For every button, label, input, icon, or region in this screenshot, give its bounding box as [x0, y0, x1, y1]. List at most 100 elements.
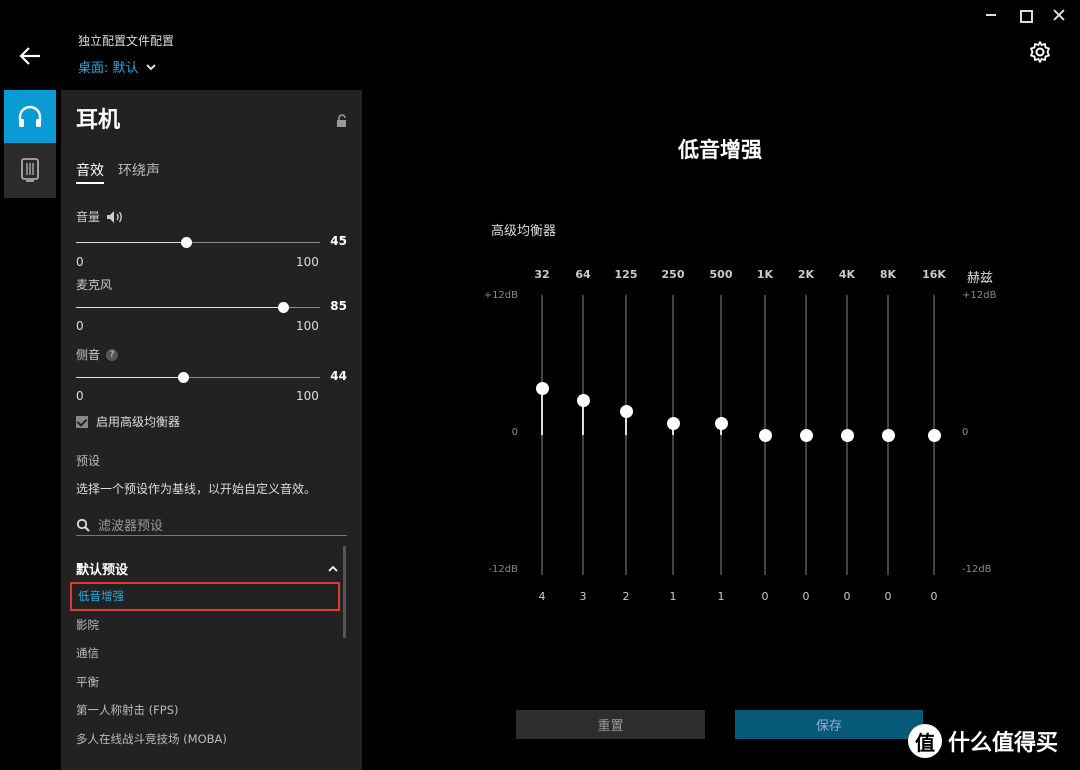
eq-band-knob-250[interactable] [666, 416, 680, 430]
help-icon[interactable]: ? [106, 348, 119, 361]
preset-search[interactable]: 滤波器预设 [76, 514, 347, 536]
sidetone-value: 44 [330, 369, 347, 383]
speaker-icon [107, 210, 122, 223]
eq-band-knob-4K[interactable] [840, 428, 854, 442]
close-icon[interactable] [1052, 8, 1066, 22]
microphone-slider[interactable] [76, 302, 320, 313]
preset-fps[interactable]: 第一人称射击 (FPS) [70, 696, 340, 725]
eq-band-slider-500[interactable] [714, 295, 728, 575]
eq-band-value-32: 4 [538, 590, 546, 603]
preset-communication[interactable]: 通信 [70, 639, 340, 668]
sidetone-min: 0 [76, 389, 84, 403]
eq-band-value-16K: 0 [930, 590, 938, 603]
eq-band-knob-16K[interactable] [927, 428, 941, 442]
profile-title: 独立配置文件配置 [78, 34, 175, 48]
tab-surround[interactable]: 环绕声 [118, 160, 160, 184]
eq-band-freq-1K: 1K [756, 268, 774, 281]
eq-band-slider-250[interactable] [666, 295, 680, 575]
eq-band-slider-32[interactable] [535, 295, 549, 575]
eq-unit-label: 赫兹 [967, 271, 994, 286]
volume-slider-knob[interactable] [180, 237, 192, 248]
preset-cinema[interactable]: 影院 [70, 611, 340, 640]
db-bottom-left: -12dB [488, 564, 518, 575]
tab-sound-effects[interactable]: 音效 [76, 160, 104, 184]
eq-preset-title: 低音增强 [678, 138, 762, 162]
panel-tabs: 音效 环绕声 [76, 160, 160, 184]
microphone-value: 85 [330, 299, 347, 313]
presets-heading: 预设 [76, 454, 101, 468]
advanced-eq-label: 启用高级均衡器 [96, 415, 181, 429]
volume-slider[interactable] [76, 237, 320, 248]
search-input[interactable]: 滤波器预设 [98, 515, 163, 534]
chevron-up-icon[interactable] [328, 565, 338, 573]
volume-max: 100 [296, 255, 319, 269]
volume-min: 0 [76, 255, 84, 269]
eq-band-freq-125: 125 [614, 268, 638, 281]
volume-label-row: 音量 [76, 208, 347, 225]
sidetone-max: 100 [296, 389, 319, 403]
volume-value: 45 [330, 234, 347, 248]
back-arrow-icon[interactable] [18, 44, 42, 68]
preset-balanced[interactable]: 平衡 [70, 668, 340, 697]
advanced-eq-toggle[interactable]: 启用高级均衡器 [76, 413, 180, 430]
settings-panel: 耳机 音效 环绕声 音量 45 0 100 麦克风 85 0 100 侧音 ? … [61, 90, 362, 770]
headset-icon [18, 105, 42, 127]
sidetone-slider-knob[interactable] [178, 372, 190, 383]
eq-band-slider-64[interactable] [576, 295, 590, 575]
eq-band-knob-2K[interactable] [799, 428, 813, 442]
eq-band-value-4K: 0 [843, 590, 851, 603]
window-controls [984, 8, 1066, 23]
sidetone-slider[interactable] [76, 372, 320, 383]
eq-band-value-500: 1 [717, 590, 725, 603]
eq-band-knob-64[interactable] [576, 393, 590, 407]
presets-description: 选择一个预设作为基线，以开始自定义音效。 [76, 482, 317, 496]
save-button[interactable]: 保存 [735, 710, 923, 739]
microphone-slider-block: 麦克风 85 0 100 [76, 276, 347, 336]
db-mid-right: 0 [962, 427, 969, 438]
unlock-icon[interactable] [335, 114, 349, 128]
eq-band-freq-8K: 8K [879, 268, 897, 281]
sidetone-label: 侧音 [76, 348, 101, 362]
gear-icon[interactable] [1028, 40, 1052, 64]
microphone-max: 100 [296, 319, 319, 333]
db-top-right: +12dB [962, 290, 997, 301]
device-rail [4, 90, 56, 198]
preset-bass-boost[interactable]: 低音增强 [70, 582, 340, 611]
sidetone-slider-block: 侧音 ? 44 0 100 [76, 346, 347, 406]
eq-band-knob-8K[interactable] [881, 428, 895, 442]
profile-selector[interactable]: 桌面: 默认 [78, 57, 157, 76]
minimize-icon[interactable] [984, 8, 998, 22]
eq-band-value-64: 3 [579, 590, 587, 603]
eq-band-freq-32: 32 [534, 268, 550, 281]
microphone-slider-knob[interactable] [278, 302, 290, 313]
eq-band-knob-125[interactable] [619, 405, 633, 419]
eq-band-knob-1K[interactable] [758, 428, 772, 442]
eq-band-value-125: 2 [622, 590, 630, 603]
preset-list-scrollbar[interactable] [343, 546, 346, 638]
maximize-icon[interactable] [1018, 8, 1033, 23]
device-mixer-tab[interactable] [4, 143, 56, 196]
eq-band-value-8K: 0 [884, 590, 892, 603]
eq-band-value-1K: 0 [761, 590, 769, 603]
advanced-eq-checkbox[interactable] [76, 415, 88, 428]
eq-band-knob-500[interactable] [714, 416, 728, 430]
eq-band-slider-16K[interactable] [927, 295, 941, 575]
volume-slider-block: 音量 45 0 100 [76, 208, 347, 269]
eq-band-slider-1K[interactable] [758, 295, 772, 575]
eq-band-slider-4K[interactable] [840, 295, 854, 575]
microphone-min: 0 [76, 319, 84, 333]
eq-band-knob-32[interactable] [535, 381, 549, 395]
preset-moba[interactable]: 多人在线战斗竞技场 (MOBA) [70, 725, 340, 754]
eq-band-slider-2K[interactable] [799, 295, 813, 575]
db-mid-left: 0 [511, 427, 518, 438]
device-headset-tab[interactable] [4, 90, 56, 143]
mixer-device-icon [21, 157, 39, 182]
default-presets-group[interactable]: 默认预设 [76, 559, 338, 578]
reset-button[interactable]: 重置 [516, 710, 705, 739]
eq-band-freq-250: 250 [661, 268, 685, 281]
eq-band-freq-4K: 4K [838, 268, 856, 281]
search-icon [76, 518, 90, 532]
eq-band-slider-8K[interactable] [881, 295, 895, 575]
eq-band-slider-125[interactable] [619, 295, 633, 575]
volume-slider-fill [76, 242, 186, 243]
